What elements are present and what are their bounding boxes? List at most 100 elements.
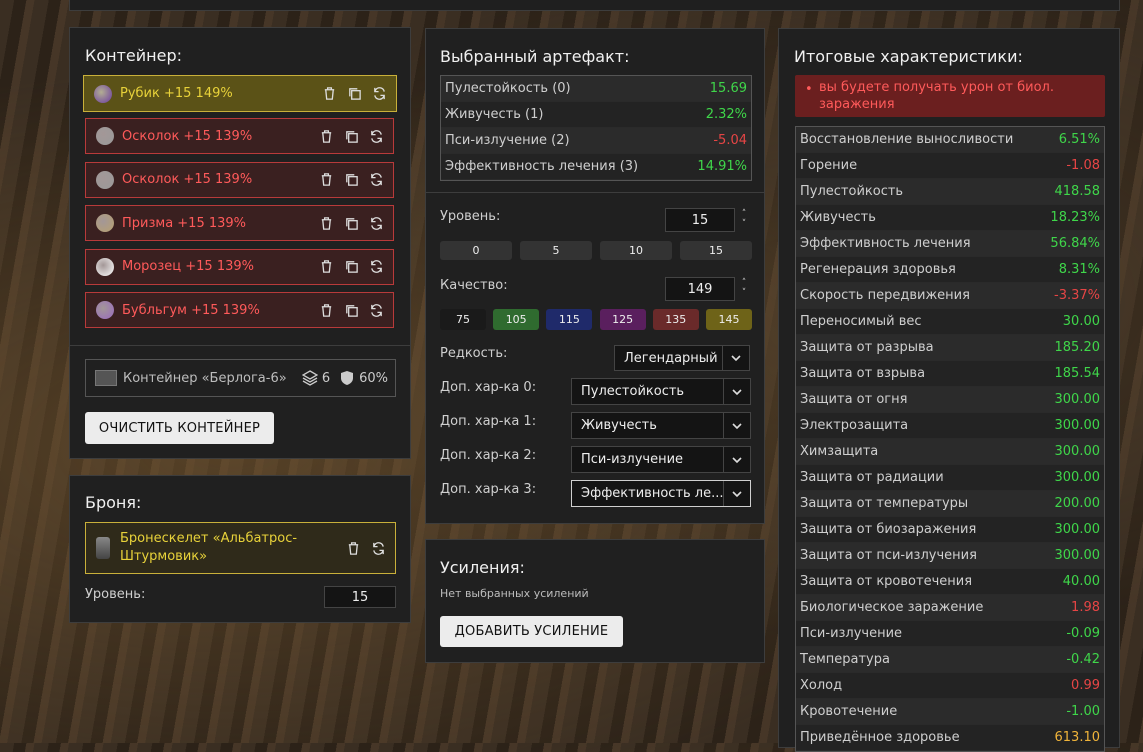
extra-stat-select[interactable]: Пси-излучение: [571, 446, 751, 473]
total-stat-value: 300.00: [1040, 438, 1104, 465]
trash-icon[interactable]: [318, 258, 335, 275]
swap-icon[interactable]: [368, 302, 385, 319]
total-stat-value: 6.51%: [1040, 127, 1104, 153]
level-input[interactable]: 15: [665, 208, 735, 232]
total-stat-name: Электрозащита: [796, 412, 1041, 439]
total-stat-name: Биологическое заражение: [796, 594, 1041, 621]
total-stat-name: Защита от радиации: [796, 464, 1041, 491]
armor-title: Броня:: [85, 493, 142, 512]
bullet-icon: •: [805, 82, 813, 97]
table-row: Эффективность лечения (3) 14.91%: [441, 153, 751, 180]
table-row: Защита от разрыва 185.20: [796, 334, 1104, 361]
extra-stat-select[interactable]: Живучесть: [571, 412, 751, 439]
level-preset-button[interactable]: 15: [680, 241, 752, 260]
total-stat-name: Переносимый вес: [796, 308, 1041, 335]
artifact-item[interactable]: Призма +15 139%: [85, 205, 394, 241]
armor-item[interactable]: Бронескелет «Альбатрос-Штурмовик»: [85, 522, 396, 574]
quality-spinner[interactable]: ˄ ˅: [739, 278, 749, 298]
boosts-panel: Усиления: Нет выбранных усилений ДОБАВИТ…: [425, 539, 765, 663]
add-boost-button[interactable]: ДОБАВИТЬ УСИЛЕНИЕ: [440, 616, 623, 647]
table-row: Горение -1.08: [796, 152, 1104, 179]
trash-icon[interactable]: [321, 85, 338, 102]
chevron-down-icon: [723, 481, 750, 506]
total-stat-name: Восстановление выносливости: [796, 127, 1041, 153]
quality-preset-button[interactable]: 145: [706, 309, 752, 330]
level-preset-button[interactable]: 0: [440, 241, 512, 260]
artifact-item[interactable]: Осколок +15 139%: [85, 118, 394, 154]
quality-preset-button[interactable]: 75: [440, 309, 486, 330]
total-stat-value: 40.00: [1040, 568, 1104, 595]
trash-icon[interactable]: [318, 215, 335, 232]
table-row: Пси-излучение -0.09: [796, 620, 1104, 647]
boosts-empty-text: Нет выбранных усилений: [440, 587, 589, 600]
stat-name: Пулестойкость (0): [441, 76, 682, 102]
copy-icon[interactable]: [343, 302, 360, 319]
container-box[interactable]: Контейнер «Берлога-6» 6 60%: [85, 359, 396, 397]
artifact-item[interactable]: Бубльгум +15 139%: [85, 292, 394, 328]
stat-value: 2.32%: [682, 101, 751, 128]
trash-icon[interactable]: [318, 128, 335, 145]
quality-preset-button[interactable]: 115: [546, 309, 593, 330]
container-title: Контейнер:: [85, 46, 183, 65]
artifact-item[interactable]: Морозец +15 139%: [85, 248, 394, 285]
artifact-panel: Выбранный артефакт: Пулестойкость (0) 15.…: [425, 28, 765, 524]
copy-icon[interactable]: [346, 85, 363, 102]
total-stat-value: 300.00: [1040, 386, 1104, 413]
stat-name: Пси-излучение (2): [441, 127, 682, 154]
container-box-icon: [95, 370, 117, 386]
artifact-item[interactable]: Осколок +15 139%: [85, 161, 394, 198]
artifact-item-label: Бубльгум +15 139%: [122, 302, 260, 318]
total-stat-value: -3.37%: [1040, 282, 1104, 309]
trash-icon[interactable]: [318, 302, 335, 319]
copy-icon[interactable]: [343, 258, 360, 275]
quality-preset-button[interactable]: 135: [652, 309, 699, 330]
trash-icon[interactable]: [318, 171, 335, 188]
extra-stat-value: Пулестойкость: [581, 384, 685, 399]
copy-icon[interactable]: [343, 128, 360, 145]
container-slots: 6: [321, 370, 331, 386]
extra-stat-select[interactable]: Эффективность ле...: [571, 480, 751, 507]
prism-icon: [96, 214, 114, 232]
armor-level-input[interactable]: 15: [324, 586, 396, 608]
extra-stat-select[interactable]: Пулестойкость: [571, 378, 751, 405]
warning-box: вы будете получать урон от биол. заражен…: [795, 75, 1105, 117]
level-preset-button[interactable]: 5: [520, 241, 592, 260]
quality-preset-button[interactable]: 125: [599, 309, 646, 330]
container-panel: Контейнер: Рубик +15 149% Осколок +15 139…: [69, 27, 411, 459]
chevron-down-icon: [722, 346, 749, 370]
total-stat-name: Температура: [796, 646, 1041, 673]
copy-icon[interactable]: [343, 215, 360, 232]
level-preset-button[interactable]: 10: [600, 241, 672, 260]
swap-icon[interactable]: [370, 540, 387, 557]
total-stat-name: Кровотечение: [796, 698, 1041, 725]
quality-input[interactable]: 149: [665, 277, 735, 301]
chevron-down-icon: [723, 379, 750, 404]
artifact-item-label: Осколок +15 139%: [122, 128, 253, 144]
layers-icon: [301, 370, 319, 386]
table-row: Живучесть 18.23%: [796, 204, 1104, 231]
total-stat-value: 300.00: [1040, 464, 1104, 491]
artifact-item-label: Призма +15 139%: [122, 215, 247, 231]
total-stat-value: 200.00: [1040, 490, 1104, 517]
stat-value: 14.91%: [682, 153, 751, 180]
swap-icon[interactable]: [368, 258, 385, 275]
total-stat-name: Защита от разрыва: [796, 334, 1041, 361]
copy-icon[interactable]: [343, 171, 360, 188]
total-stat-value: 56.84%: [1040, 230, 1104, 257]
swap-icon[interactable]: [368, 128, 385, 145]
swap-icon[interactable]: [368, 171, 385, 188]
artifact-item[interactable]: Рубик +15 149%: [83, 75, 397, 112]
table-row: Защита от температуры 200.00: [796, 490, 1104, 517]
clear-container-button[interactable]: ОЧИСТИТЬ КОНТЕЙНЕР: [85, 412, 274, 444]
rarity-select[interactable]: Легендарный: [614, 345, 750, 371]
swap-icon[interactable]: [368, 215, 385, 232]
quality-preset-button[interactable]: 105: [493, 309, 540, 330]
rarity-value: Легендарный: [624, 350, 718, 366]
container-protection: 60%: [359, 370, 388, 386]
swap-icon[interactable]: [371, 85, 388, 102]
level-spinner[interactable]: ˄ ˅: [739, 209, 749, 229]
total-stat-name: Защита от температуры: [796, 490, 1041, 517]
frost-icon: [96, 257, 114, 276]
table-row: Эффективность лечения 56.84%: [796, 230, 1104, 257]
trash-icon[interactable]: [345, 540, 362, 557]
